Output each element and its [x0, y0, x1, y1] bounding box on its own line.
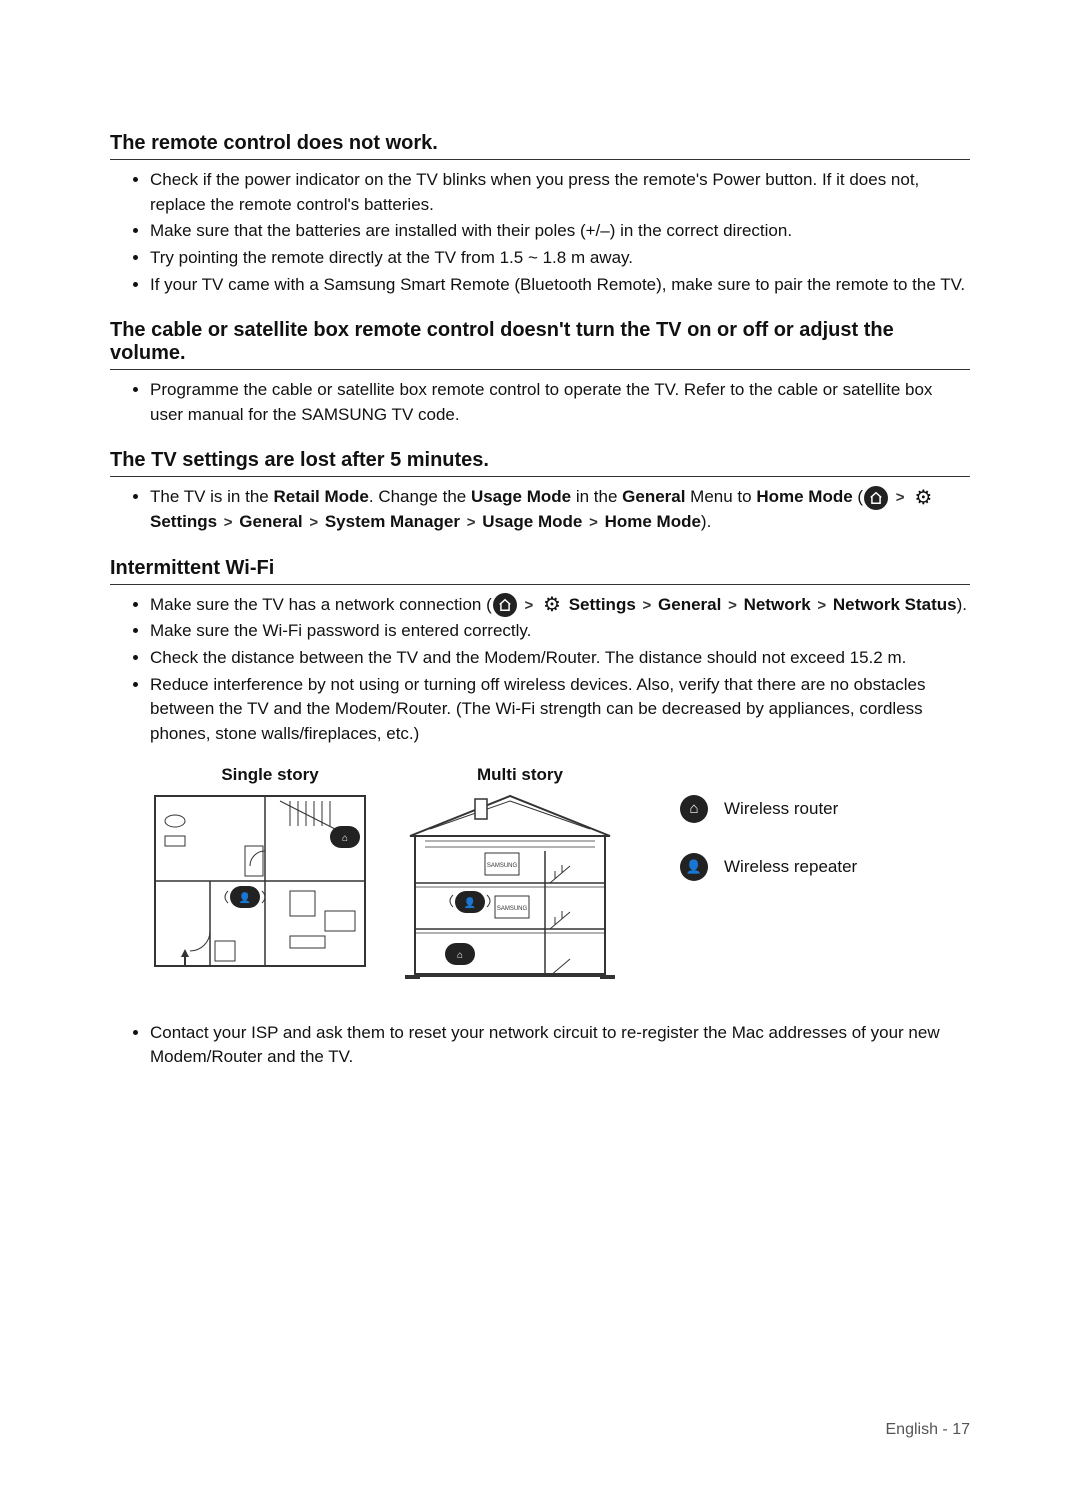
chevron-right-icon: > [222, 514, 235, 531]
footer-sep: - [938, 1421, 952, 1438]
repeater-icon [680, 853, 708, 881]
chevron-right-icon: > [726, 597, 739, 614]
router-icon [680, 795, 708, 823]
legend-repeater-label: Wireless repeater [724, 857, 857, 877]
section-heading: The TV settings are lost after 5 minutes… [110, 449, 970, 477]
multi-story-cross-section: SAMSUNG 👤 SAMSUNG ⌂ [400, 791, 620, 981]
section-bullets: The TV is in the Retail Mode. Change the… [110, 485, 970, 534]
bullet-item: Contact your ISP and ask them to reset y… [150, 1021, 970, 1070]
bullet-item: Make sure the Wi-Fi password is entered … [150, 619, 970, 644]
chevron-right-icon: > [307, 514, 320, 531]
gear-icon: ⚙ [912, 487, 934, 509]
section-bullets: Check if the power indicator on the TV b… [110, 168, 970, 297]
footer-page: 17 [952, 1421, 970, 1438]
bullet-item: Try pointing the remote directly at the … [150, 246, 970, 271]
bullet-item: Check the distance between the TV and th… [150, 646, 970, 671]
chevron-right-icon: > [894, 489, 907, 506]
svg-text:SAMSUNG: SAMSUNG [497, 906, 528, 912]
bullet-item: Check if the power indicator on the TV b… [150, 168, 970, 217]
bullet-item: Make sure the TV has a network connectio… [150, 593, 970, 618]
svg-text:👤: 👤 [464, 896, 476, 909]
post-diagram-bullets: Contact your ISP and ask them to reset y… [110, 1021, 970, 1070]
bullet-item: The TV is in the Retail Mode. Change the… [150, 485, 970, 534]
footer-lang: English [886, 1421, 938, 1438]
svg-text:⌂: ⌂ [342, 833, 348, 844]
diagram-legend: Wireless router Wireless repeater [650, 765, 970, 911]
section-heading: The cable or satellite box remote contro… [110, 319, 970, 370]
section-heading: Intermittent Wi-Fi [110, 557, 970, 585]
chevron-right-icon: > [815, 597, 828, 614]
bullet-item: Make sure that the batteries are install… [150, 219, 970, 244]
legend-repeater: Wireless repeater [680, 853, 970, 881]
diagram-title-single: Single story [150, 765, 390, 785]
legend-router-label: Wireless router [724, 799, 838, 819]
section-heading: The remote control does not work. [110, 132, 970, 160]
wifi-diagram-row: Single story ⌂ [110, 765, 970, 981]
chevron-right-icon: > [523, 597, 536, 614]
section-bullets: Make sure the TV has a network connectio… [110, 593, 970, 747]
legend-router: Wireless router [680, 795, 970, 823]
svg-text:👤: 👤 [239, 891, 251, 904]
chevron-right-icon: > [465, 514, 478, 531]
bullet-item: Reduce interference by not using or turn… [150, 673, 970, 747]
chevron-right-icon: > [641, 597, 654, 614]
svg-text:SAMSUNG: SAMSUNG [487, 863, 518, 869]
single-story-floorplan: ⌂ 👤 [150, 791, 370, 971]
bullet-item: Programme the cable or satellite box rem… [150, 378, 970, 427]
gear-icon: ⚙ [541, 594, 563, 616]
home-icon [493, 593, 517, 617]
diagram-title-multi: Multi story [400, 765, 640, 785]
home-icon [864, 486, 888, 510]
chevron-right-icon: > [587, 514, 600, 531]
bullet-item: If your TV came with a Samsung Smart Rem… [150, 273, 970, 298]
section-bullets: Programme the cable or satellite box rem… [110, 378, 970, 427]
svg-text:⌂: ⌂ [457, 950, 463, 961]
manual-page: The remote control does not work. Check i… [0, 0, 1080, 1120]
page-footer: English - 17 [886, 1421, 971, 1439]
